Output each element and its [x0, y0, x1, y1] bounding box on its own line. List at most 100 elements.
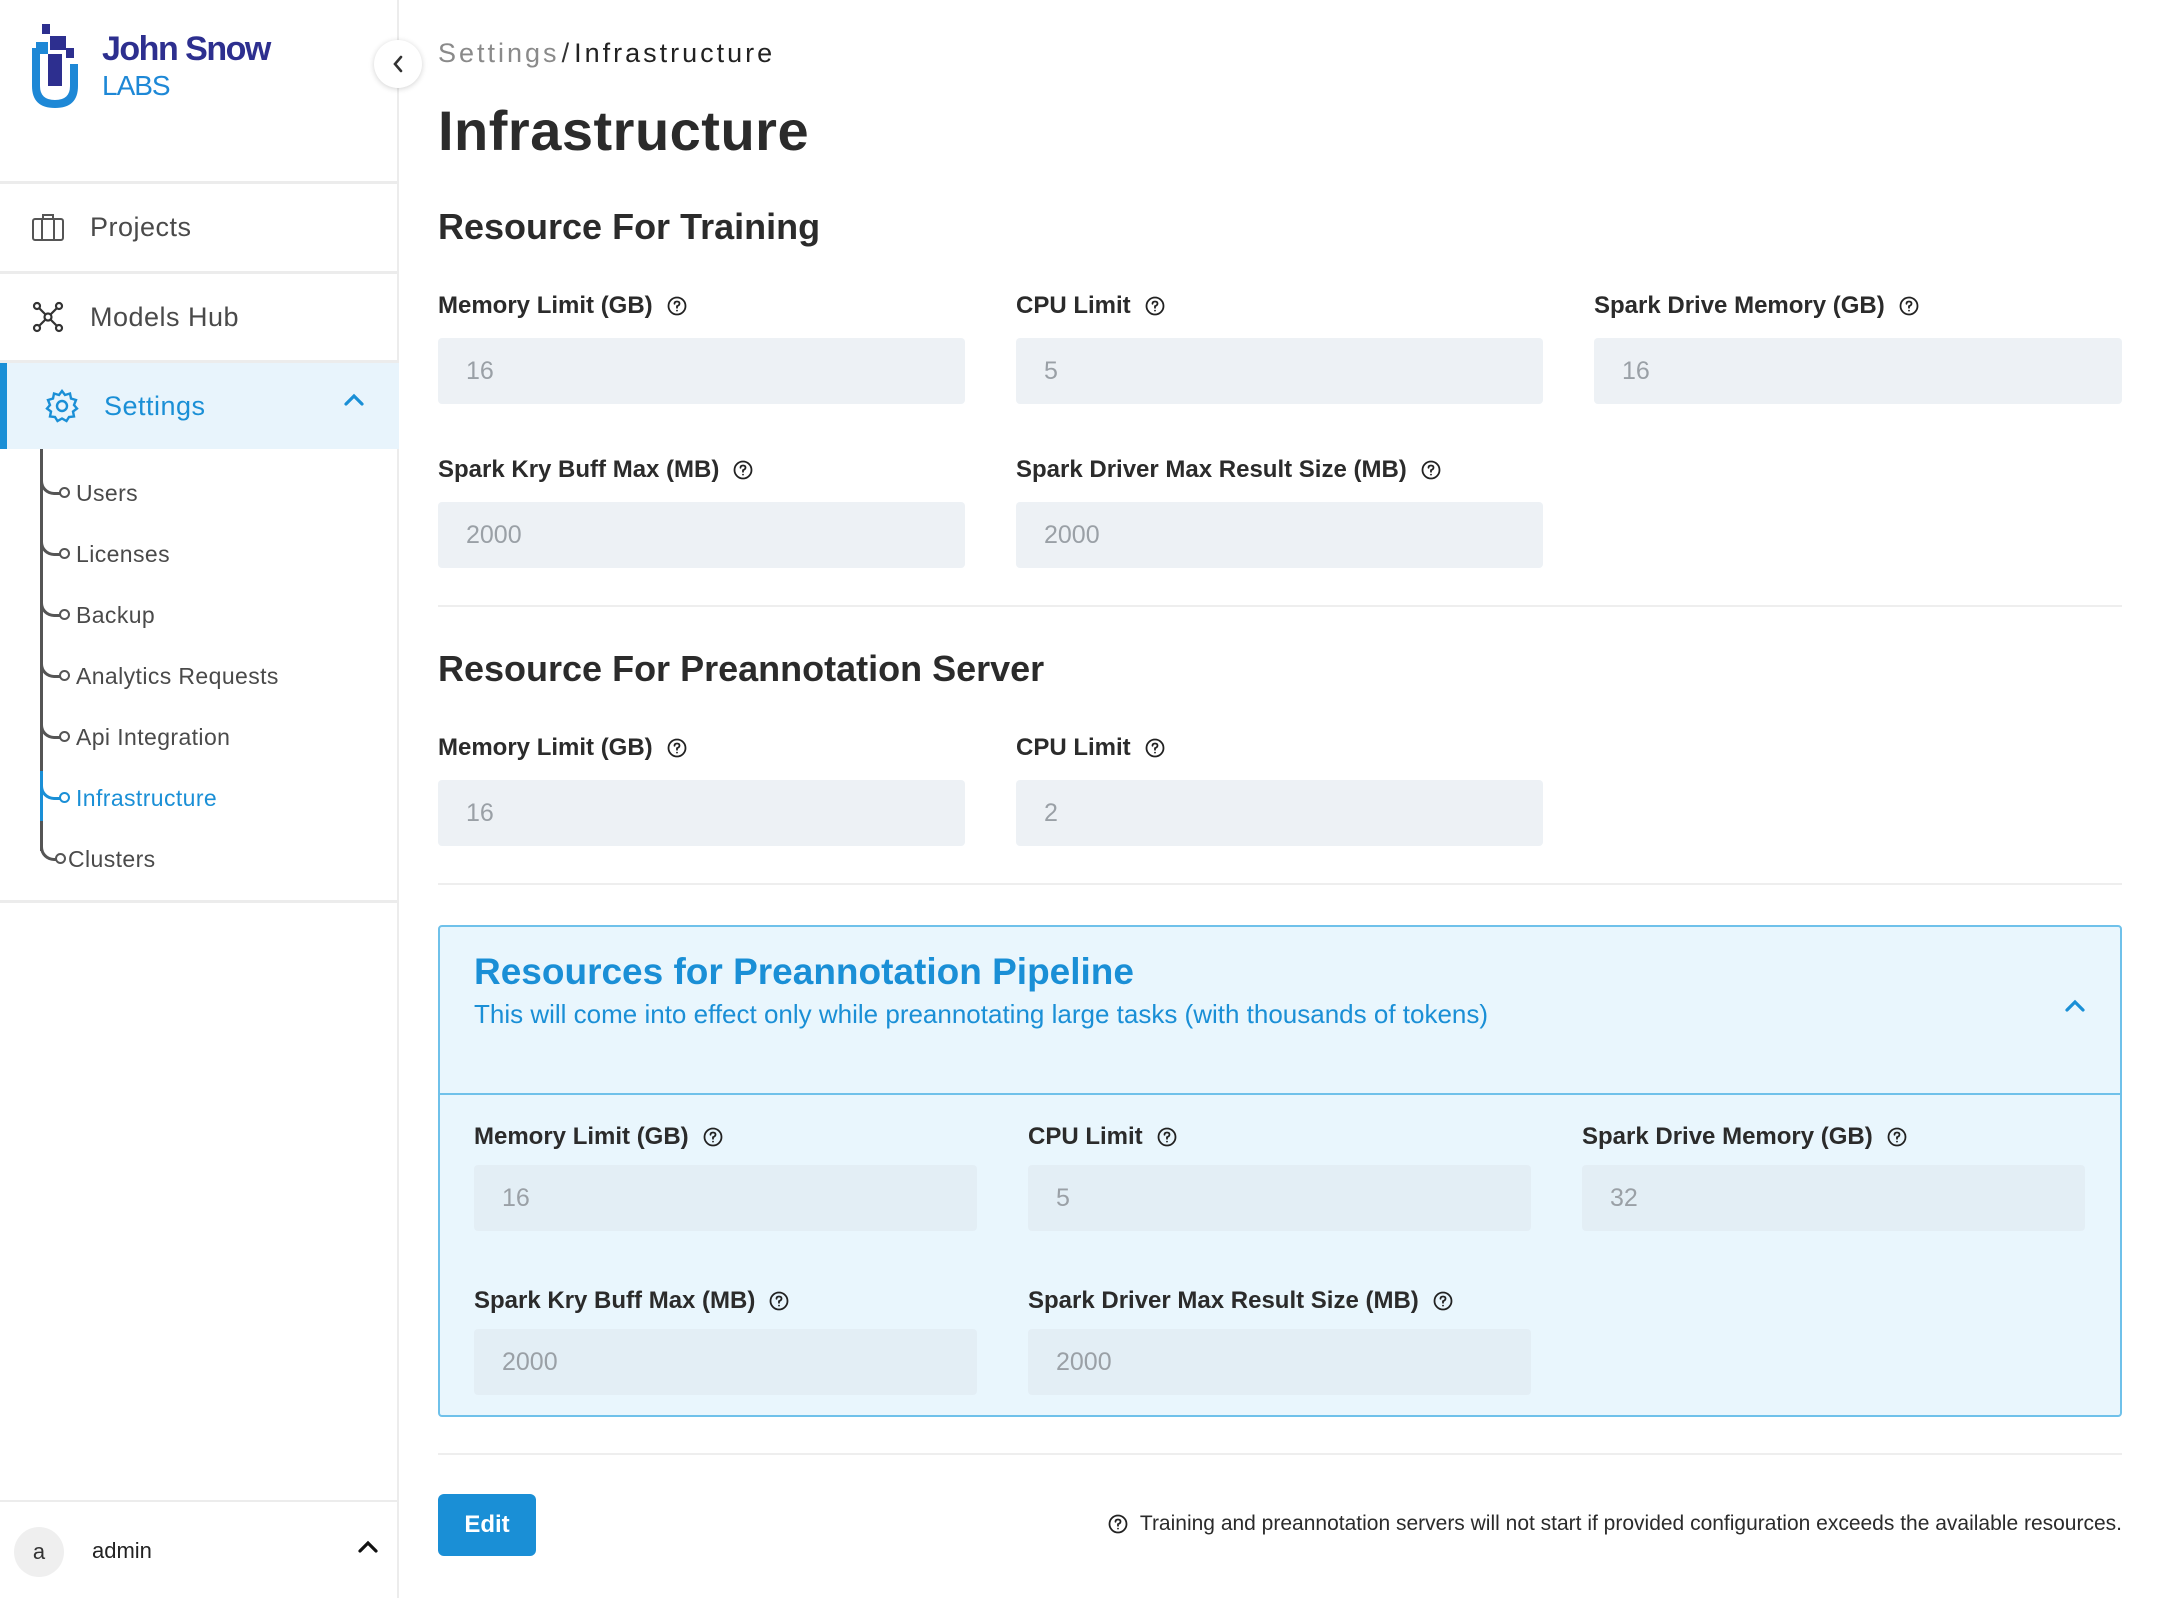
- help-icon[interactable]: [1145, 738, 1165, 758]
- help-icon[interactable]: [1899, 296, 1919, 316]
- field-label-text: Spark Kry Buff Max (MB): [438, 456, 720, 483]
- chevron-up-icon[interactable]: [357, 1540, 379, 1559]
- sidebar-item-users[interactable]: Users: [40, 473, 138, 513]
- help-icon[interactable]: [1157, 1127, 1177, 1147]
- help-icon[interactable]: [733, 460, 753, 480]
- sidebar-item-infrastructure[interactable]: Infrastructure: [40, 778, 217, 818]
- sidebar-item-api-integration[interactable]: Api Integration: [40, 717, 230, 757]
- field-label-text: Memory Limit (GB): [438, 292, 653, 319]
- training-driver-result-label: Spark Driver Max Result Size (MB): [1016, 456, 1441, 484]
- help-icon[interactable]: [1433, 1291, 1453, 1311]
- field-label-text: Memory Limit (GB): [474, 1123, 689, 1150]
- sidebar-item-licenses[interactable]: Licenses: [40, 534, 170, 574]
- sidebar-item-models-hub[interactable]: Models Hub: [0, 274, 399, 360]
- preannotation-server-section-title: Resource For Preannotation Server: [438, 648, 1045, 689]
- nav-divider: [0, 900, 399, 903]
- training-kry-buff-input[interactable]: [438, 502, 965, 568]
- john-snow-labs-logo[interactable]: John Snow LABS: [30, 24, 290, 114]
- pipeline-kry-buff-label: Spark Kry Buff Max (MB): [474, 1287, 789, 1315]
- field-label-text: Spark Driver Max Result Size (MB): [1016, 456, 1407, 483]
- submenu-label: Analytics Requests: [76, 662, 279, 689]
- submenu-label: Licenses: [76, 540, 170, 567]
- edit-button[interactable]: Edit: [438, 1494, 536, 1556]
- sidebar-item-projects[interactable]: Projects: [0, 184, 399, 270]
- submenu-label: Api Integration: [76, 723, 231, 750]
- pipeline-cpu-label: CPU Limit: [1028, 1123, 1177, 1151]
- sidebar-item-label: Models Hub: [90, 301, 240, 332]
- help-icon: [1108, 1514, 1128, 1534]
- help-icon[interactable]: [667, 296, 687, 316]
- warning-text: Training and preannotation servers will …: [1139, 1512, 2122, 1535]
- training-cpu-input[interactable]: [1016, 338, 1543, 404]
- training-cpu-label: CPU Limit: [1016, 292, 1165, 320]
- training-section-title: Resource For Training: [438, 206, 821, 247]
- server-memory-label: Memory Limit (GB): [438, 734, 687, 762]
- help-icon[interactable]: [769, 1291, 789, 1311]
- pipeline-driver-result-label: Spark Driver Max Result Size (MB): [1028, 1287, 1453, 1315]
- sidebar-item-settings[interactable]: Settings: [0, 363, 399, 449]
- field-label-text: Spark Drive Memory (GB): [1594, 292, 1885, 319]
- sidebar-item-analytics-requests[interactable]: Analytics Requests: [40, 656, 279, 696]
- sidebar-item-clusters[interactable]: Clusters: [40, 839, 156, 879]
- field-label-text: CPU Limit: [1028, 1123, 1143, 1150]
- user-name: admin: [92, 1538, 152, 1563]
- gear-icon: [44, 388, 80, 424]
- training-kry-buff-label: Spark Kry Buff Max (MB): [438, 456, 753, 484]
- logo-subtitle: LABS: [102, 70, 171, 101]
- training-spark-memory-label: Spark Drive Memory (GB): [1594, 292, 1919, 320]
- logo-mark-icon: [32, 24, 78, 108]
- sidebar-item-backup[interactable]: Backup: [40, 595, 155, 635]
- sidebar-item-label: Projects: [90, 211, 192, 242]
- breadcrumb-separator: /: [561, 38, 573, 68]
- pipeline-driver-result-input[interactable]: [1028, 1329, 1531, 1395]
- help-icon[interactable]: [1887, 1127, 1907, 1147]
- pipeline-panel-header[interactable]: Resources for Preannotation Pipeline Thi…: [440, 927, 2120, 1095]
- pipeline-memory-label: Memory Limit (GB): [474, 1123, 723, 1151]
- chevron-up-icon[interactable]: [2064, 999, 2086, 1018]
- training-driver-result-input[interactable]: [1016, 502, 1543, 568]
- training-memory-input[interactable]: [438, 338, 965, 404]
- field-label-text: CPU Limit: [1016, 292, 1131, 319]
- collapse-sidebar-button[interactable]: [374, 40, 422, 88]
- page-title: Infrastructure: [438, 99, 810, 162]
- tree-branch-icon: [40, 656, 70, 681]
- training-spark-memory-input[interactable]: [1594, 338, 2122, 404]
- chevron-up-icon: [343, 393, 365, 412]
- sidebar: John Snow LABS Projects Models Hub Setti…: [0, 0, 399, 1598]
- submenu-label: Infrastructure: [76, 784, 218, 811]
- pipeline-spark-memory-label: Spark Drive Memory (GB): [1582, 1123, 1907, 1151]
- submenu-label: Backup: [76, 601, 156, 628]
- tree-branch-icon: [40, 595, 70, 620]
- pipeline-spark-memory-input[interactable]: [1582, 1165, 2085, 1231]
- pipeline-kry-buff-input[interactable]: [474, 1329, 977, 1395]
- tree-branch-icon: [40, 839, 66, 864]
- training-memory-label: Memory Limit (GB): [438, 292, 687, 320]
- section-divider: [438, 883, 2122, 885]
- logo-title: John Snow: [102, 30, 271, 68]
- breadcrumb: Settings/Infrastructure: [438, 38, 775, 69]
- section-divider: [438, 1453, 2122, 1455]
- field-label-text: Spark Drive Memory (GB): [1582, 1123, 1873, 1150]
- help-icon[interactable]: [1421, 460, 1441, 480]
- server-cpu-label: CPU Limit: [1016, 734, 1165, 762]
- server-cpu-input[interactable]: [1016, 780, 1543, 846]
- field-label-text: Memory Limit (GB): [438, 734, 653, 761]
- avatar: a: [14, 1527, 64, 1577]
- server-memory-input[interactable]: [438, 780, 965, 846]
- tree-branch-icon: [40, 717, 70, 742]
- pipeline-cpu-input[interactable]: [1028, 1165, 1531, 1231]
- section-divider: [438, 605, 2122, 607]
- field-label-text: CPU Limit: [1016, 734, 1131, 761]
- network-icon: [30, 299, 66, 335]
- tree-branch-icon: [40, 473, 70, 498]
- briefcase-icon: [30, 209, 66, 245]
- breadcrumb-settings-link[interactable]: Settings: [438, 38, 560, 68]
- pipeline-memory-input[interactable]: [474, 1165, 977, 1231]
- help-icon[interactable]: [703, 1127, 723, 1147]
- breadcrumb-current: Infrastructure: [574, 38, 776, 68]
- help-icon[interactable]: [1145, 296, 1165, 316]
- submenu-label: Users: [76, 479, 139, 506]
- help-icon[interactable]: [667, 738, 687, 758]
- field-label-text: Spark Driver Max Result Size (MB): [1028, 1287, 1419, 1314]
- user-menu[interactable]: a admin: [0, 1500, 399, 1598]
